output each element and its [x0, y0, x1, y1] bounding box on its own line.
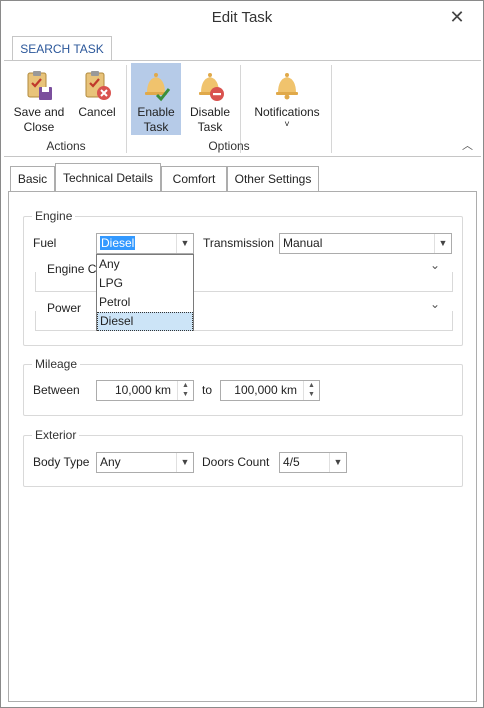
transmission-value: Manual	[283, 236, 323, 250]
fuel-option-diesel[interactable]: Diesel	[97, 312, 193, 331]
doors-count-label: Doors Count	[202, 455, 270, 469]
chevron-down-icon[interactable]: ⌄	[429, 258, 440, 272]
window-title: Edit Task	[211, 9, 273, 26]
mileage-to-spinner[interactable]: 100,000 km ▲ ▼	[220, 380, 320, 401]
body-type-label: Body Type	[33, 455, 90, 469]
options-group-label: Options	[208, 139, 250, 153]
notifications-label: Notifications	[254, 105, 320, 119]
disable-task-button[interactable]: Disable Task	[185, 63, 235, 135]
chevron-down-icon[interactable]: ▼	[329, 453, 346, 472]
bell-disable-icon	[199, 73, 224, 101]
group-separator	[126, 65, 127, 153]
enable-task-button[interactable]: Enable Task	[131, 63, 181, 135]
tab-technical-details[interactable]: Technical Details	[55, 163, 161, 192]
fuel-option-any[interactable]: Any	[97, 255, 193, 274]
doors-count-combobox[interactable]: 4/5 ▼	[279, 452, 347, 473]
fuel-option-lpg[interactable]: LPG	[97, 274, 193, 293]
fuel-value: Diesel	[100, 236, 136, 250]
bell-check-icon	[145, 73, 171, 102]
tab-basic[interactable]: Basic	[10, 166, 55, 191]
tab-other-settings[interactable]: Other Settings	[227, 166, 319, 191]
save-and-close-label-1: Save and	[13, 105, 65, 119]
ribbon: Save and Close Cancel Actions Enable Tas…	[4, 60, 481, 157]
clipboard-save-icon	[27, 71, 52, 100]
clipboard-cancel-icon	[85, 71, 111, 100]
doors-count-value: 4/5	[283, 455, 300, 469]
between-label: Between	[33, 383, 80, 397]
fuel-dropdown-list: Any LPG Petrol Diesel	[96, 254, 194, 331]
fuel-option-petrol[interactable]: Petrol	[97, 293, 193, 312]
body-type-value: Any	[100, 455, 121, 469]
exterior-legend: Exterior	[32, 428, 80, 442]
engine-legend: Engine	[32, 209, 76, 223]
cancel-label: Cancel	[78, 105, 116, 119]
close-icon[interactable]: ✕	[447, 7, 467, 27]
power-label: Power	[44, 301, 85, 315]
fuel-label: Fuel	[33, 236, 57, 250]
spinner-arrows-icon[interactable]: ▲ ▼	[303, 381, 319, 400]
mileage-from-value: 10,000 km	[114, 383, 171, 397]
chevron-down-icon: ˅	[284, 119, 290, 129]
chevron-down-icon[interactable]: ▼	[434, 234, 451, 253]
edit-task-window: Edit Task ✕ SEARCH TASK Save and Close C…	[0, 0, 484, 708]
mileage-from-spinner[interactable]: 10,000 km ▲ ▼	[96, 380, 194, 401]
disable-task-label-1: Disable	[189, 105, 231, 119]
cancel-button[interactable]: Cancel	[72, 63, 122, 135]
save-and-close-button[interactable]: Save and Close	[10, 63, 68, 135]
transmission-label: Transmission	[203, 236, 274, 250]
tab-comfort[interactable]: Comfort	[161, 166, 227, 191]
technical-details-panel: Engine Fuel Diesel ▼ Transmission Manual…	[8, 191, 477, 702]
disable-task-label-2: Task	[197, 120, 223, 134]
enable-task-label-2: Task	[143, 120, 169, 134]
chevron-down-icon[interactable]: ▼	[176, 234, 193, 253]
fuel-combobox[interactable]: Diesel ▼	[96, 233, 194, 254]
mileage-to-value: 100,000 km	[234, 383, 297, 397]
save-and-close-label-2: Close	[23, 120, 55, 134]
spinner-arrows-icon[interactable]: ▲ ▼	[177, 381, 193, 400]
ribbon-tab-search-task[interactable]: SEARCH TASK	[12, 36, 112, 61]
notifications-button[interactable]: Notifications ˅	[248, 63, 326, 135]
mileage-legend: Mileage	[32, 357, 81, 371]
collapse-ribbon-icon[interactable]: ︿	[462, 137, 473, 153]
chevron-down-icon[interactable]: ▼	[176, 453, 193, 472]
enable-task-label-1: Enable	[137, 105, 175, 119]
chevron-down-icon[interactable]: ⌄	[429, 297, 440, 311]
transmission-combobox[interactable]: Manual ▼	[279, 233, 452, 254]
bell-icon	[276, 73, 298, 100]
body-type-combobox[interactable]: Any ▼	[96, 452, 194, 473]
actions-group-label: Actions	[46, 139, 86, 153]
group-separator	[331, 65, 332, 153]
to-label: to	[202, 383, 213, 397]
